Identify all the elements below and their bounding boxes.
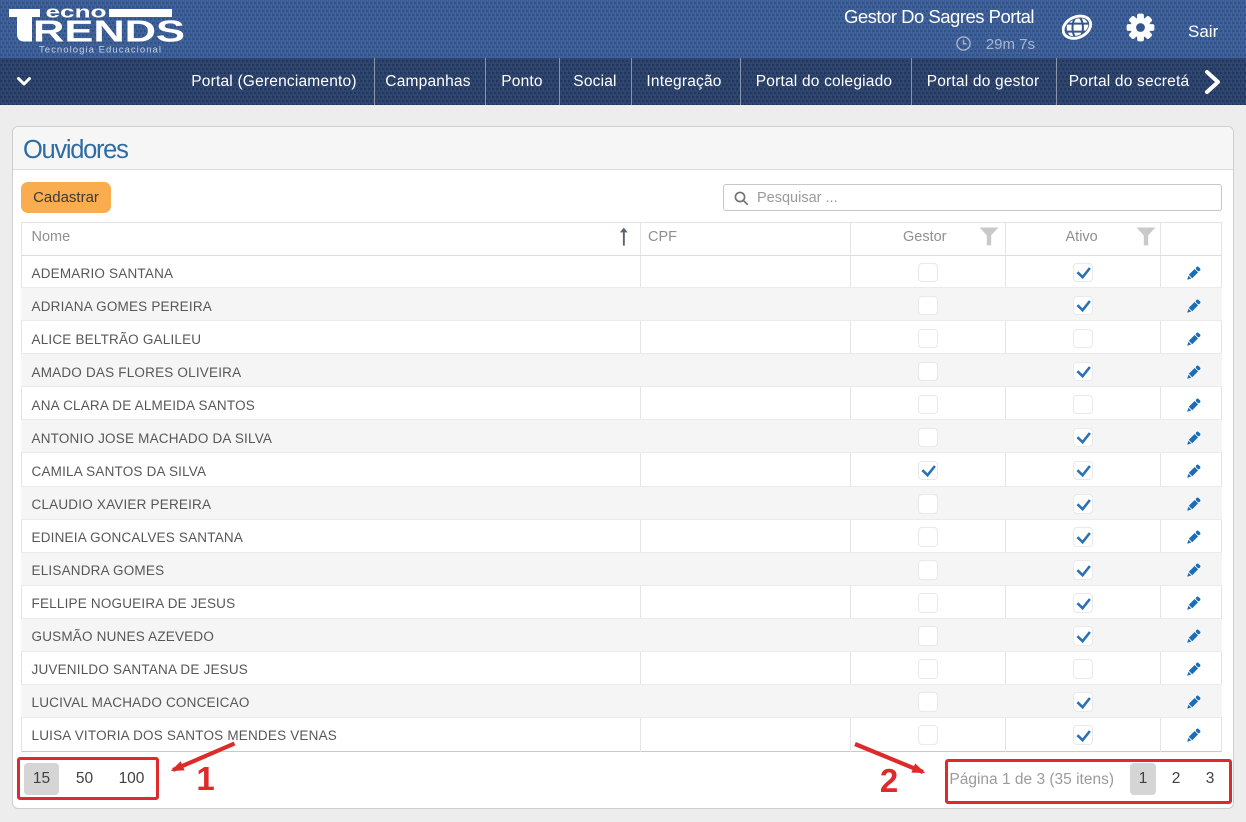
svg-text:RENDS: RENDS [33,14,185,49]
svg-text:Tecnologia Educacional: Tecnologia Educacional [39,45,161,56]
